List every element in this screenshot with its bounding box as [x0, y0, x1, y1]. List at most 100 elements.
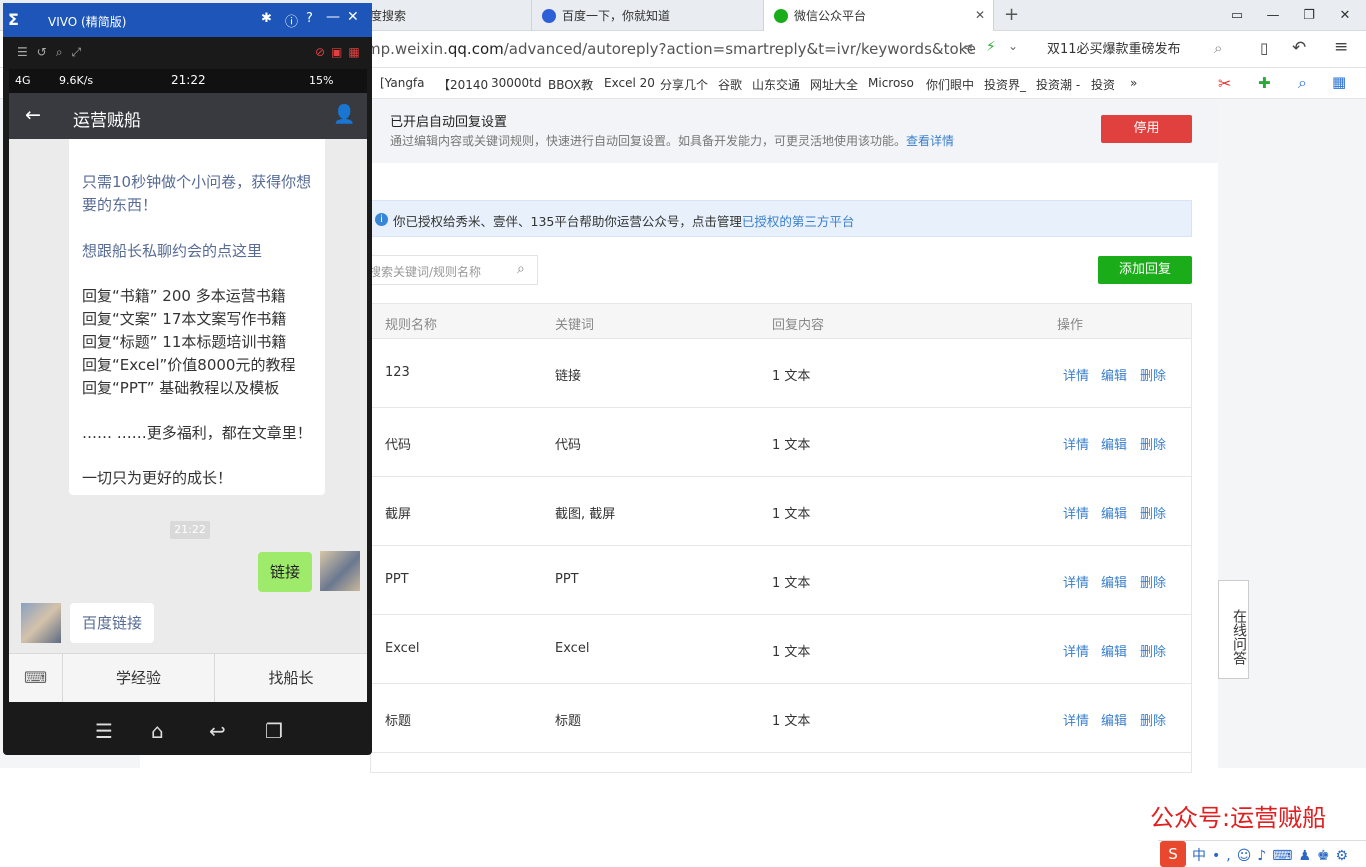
bookmark-item[interactable]: 【20140: [438, 76, 488, 93]
detail-link[interactable]: 详情: [1063, 641, 1089, 660]
edit-link[interactable]: 编辑: [1101, 434, 1127, 453]
disable-button[interactable]: 停用: [1101, 115, 1192, 143]
delete-link[interactable]: 删除: [1140, 641, 1166, 660]
delete-link[interactable]: 删除: [1140, 572, 1166, 591]
bubble-line[interactable]: 想跟船长私聊约会的点这里: [82, 240, 262, 261]
bubble-line: 回复“标题” 11本标题培训书籍: [82, 333, 287, 351]
outgoing-message[interactable]: 链接: [258, 552, 312, 592]
bookmark-item[interactable]: 分享几个: [660, 76, 708, 93]
tab-weixin[interactable]: 微信公众平台 ✕: [764, 0, 994, 31]
detail-link[interactable]: 详情: [1063, 572, 1089, 591]
bookmark-item[interactable]: 谷歌: [718, 76, 742, 93]
table-row: 123 链接 1 文本 详情 编辑 删除: [371, 339, 1191, 408]
bookmark-item[interactable]: 30000td: [491, 76, 542, 90]
detail-link[interactable]: 详情: [1063, 434, 1089, 453]
emulator-right-icons[interactable]: ⊘▣▦: [315, 45, 366, 59]
detail-link[interactable]: 详情: [1063, 365, 1089, 384]
delete-link[interactable]: 删除: [1140, 365, 1166, 384]
reply-cell: 1 文本: [772, 576, 811, 591]
settings-icon[interactable]: ✱: [261, 11, 272, 26]
menu-key-icon[interactable]: ☰: [95, 719, 113, 743]
rule-name-cell: PPT: [385, 572, 409, 587]
close-window-icon[interactable]: ✕: [1334, 5, 1356, 27]
bookmark-item[interactable]: 网址大全: [810, 76, 858, 93]
keyboard-icon[interactable]: ⌨: [9, 654, 63, 702]
recent-apps-icon[interactable]: ❐: [265, 719, 283, 743]
rule-search-input[interactable]: 搜索关键词/规则名称 ⌕: [362, 255, 538, 285]
shirt-icon[interactable]: ▭: [1226, 5, 1248, 27]
auth-link[interactable]: 已授权的第三方平台: [742, 214, 855, 229]
close-icon[interactable]: ✕: [347, 9, 359, 25]
edit-link[interactable]: 编辑: [1101, 710, 1127, 729]
bookmark-item[interactable]: 投资界_: [984, 76, 1026, 93]
back-arrow-icon[interactable]: ←: [25, 104, 41, 126]
phone-clock: 21:22: [171, 73, 206, 87]
magnifier-icon[interactable]: ⌕: [1298, 73, 1307, 93]
grid-icon[interactable]: ▦: [1332, 73, 1346, 91]
minimize-icon[interactable]: —: [326, 9, 340, 25]
bookmark-item[interactable]: 山东交通: [752, 76, 800, 93]
avatar[interactable]: [320, 551, 360, 591]
extension-icon[interactable]: ✚: [1258, 74, 1271, 92]
detail-link[interactable]: 详情: [1063, 503, 1089, 522]
new-tab-button[interactable]: +: [1004, 4, 1019, 25]
help-icon[interactable]: ?: [306, 11, 313, 26]
search-icon[interactable]: ⌕: [517, 261, 525, 277]
avatar[interactable]: [21, 603, 61, 643]
minimize-icon[interactable]: —: [1262, 5, 1284, 27]
url-domain: qq.com: [447, 40, 504, 58]
edit-link[interactable]: 编辑: [1101, 641, 1127, 660]
header-actions: 操作: [1057, 318, 1084, 333]
online-qa-button[interactable]: 在线问答: [1218, 580, 1249, 679]
reply-cell: 1 文本: [772, 507, 811, 522]
tab-baidu[interactable]: 百度一下，你就知道: [532, 0, 764, 31]
bubble-line: 回复“Excel”价值8000元的教程: [82, 356, 296, 374]
bookmark-item[interactable]: BBOX教: [548, 76, 593, 93]
emulator-tool-icons[interactable]: ☰↺⌕⤢: [17, 45, 90, 60]
delete-link[interactable]: 删除: [1140, 710, 1166, 729]
rule-name-cell: 截屏: [385, 507, 412, 522]
bookmarks-more[interactable]: »: [1130, 76, 1137, 90]
delete-link[interactable]: 删除: [1140, 503, 1166, 522]
bookmark-item[interactable]: 投资: [1091, 76, 1115, 93]
back-key-icon[interactable]: ↩: [209, 719, 226, 743]
edit-link[interactable]: 编辑: [1101, 503, 1127, 522]
edit-link[interactable]: 编辑: [1101, 572, 1127, 591]
bookmark-item[interactable]: 你们眼中: [926, 76, 974, 93]
menu-icon[interactable]: ≡: [1334, 37, 1348, 57]
bookmark-item[interactable]: Microso: [868, 76, 914, 90]
bubble-line[interactable]: 要的东西！: [82, 194, 157, 215]
close-tab-icon[interactable]: ✕: [975, 8, 985, 22]
bookmark-item[interactable]: [Yangfa: [380, 76, 425, 90]
edit-link[interactable]: 编辑: [1101, 365, 1127, 384]
chevron-down-icon[interactable]: ⌄: [1008, 39, 1018, 53]
menu-learn[interactable]: 学经验: [63, 654, 215, 702]
url-field[interactable]: mp.weixin.qq.com/advanced/autoreply?acti…: [366, 40, 976, 58]
add-reply-button[interactable]: 添加回复: [1098, 256, 1192, 284]
tab-baidu-search[interactable]: 度搜索: [360, 0, 532, 31]
menu-captain[interactable]: 找船长: [215, 654, 367, 702]
search-icon[interactable]: ⌕: [1214, 39, 1222, 57]
device-icon[interactable]: ▯: [1260, 39, 1268, 57]
notice-detail-link[interactable]: 查看详情: [906, 134, 954, 148]
bubble-line[interactable]: 只需10秒钟做个小问卷，获得你想: [82, 171, 311, 192]
bookmark-item[interactable]: Excel 20: [604, 76, 655, 90]
incoming-message[interactable]: 百度链接: [70, 603, 154, 643]
profile-icon[interactable]: 👤: [333, 104, 355, 125]
undo-icon[interactable]: ↶: [1292, 38, 1306, 58]
sogou-icon[interactable]: S: [1160, 841, 1186, 867]
restore-icon[interactable]: ❐: [1298, 5, 1320, 27]
search-input[interactable]: 双11必买爆款重磅发布: [1040, 37, 1240, 63]
bookmark-item[interactable]: 投资潮 -: [1036, 76, 1080, 93]
home-key-icon[interactable]: ⌂: [151, 719, 164, 743]
lightning-icon[interactable]: ⚡: [986, 39, 996, 55]
info-icon[interactable]: ⓘ: [285, 11, 298, 30]
detail-link[interactable]: 详情: [1063, 710, 1089, 729]
keyword-cell: 链接: [555, 369, 582, 384]
share-icon[interactable]: ⋖: [962, 40, 974, 56]
chat-menu-bar: ⌨ 学经验 找船长: [9, 653, 367, 702]
delete-link[interactable]: 删除: [1140, 434, 1166, 453]
scissors-icon[interactable]: ✂: [1218, 74, 1231, 93]
table-header: 规则名称 关键词 回复内容 操作: [371, 304, 1191, 339]
ime-status-icons[interactable]: 中•,☺♪⌨♟♚⚙: [1192, 845, 1354, 865]
